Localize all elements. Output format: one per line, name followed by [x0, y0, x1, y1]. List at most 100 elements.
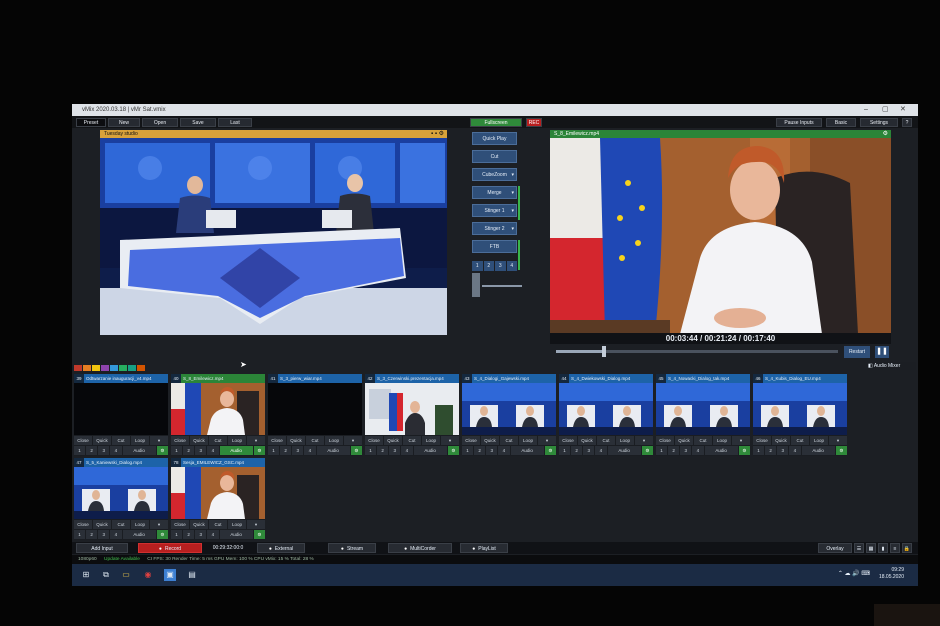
input-title[interactable]: 47 S_5_Kaniewski_Dialog.mp4	[74, 458, 168, 467]
overlay-1-button[interactable]: 1	[74, 530, 86, 539]
input-tile[interactable]: 40S_8_Emilewicz.mp4 CloseQuick PlayCutLoo…	[171, 374, 265, 456]
color-tag-chip[interactable]	[119, 365, 127, 371]
input-thumbnail[interactable]	[559, 383, 653, 435]
transition-number-2[interactable]: 2	[483, 261, 494, 271]
input-quickplay-button[interactable]: Quick Play	[190, 436, 208, 452]
overlay-3-button[interactable]: 3	[486, 446, 498, 455]
vmix-taskbar-icon[interactable]: ▣	[164, 569, 176, 581]
input-thumbnail[interactable]	[171, 467, 265, 519]
input-close-button[interactable]: Close	[656, 436, 674, 445]
t-bar-handle[interactable]	[472, 273, 480, 297]
overlay-3-button[interactable]: 3	[292, 446, 304, 455]
input-quickplay-button[interactable]: Quick Play	[481, 436, 499, 452]
input-more-button[interactable]: ▾	[247, 436, 265, 445]
input-settings-icon[interactable]: ⚙	[253, 530, 265, 539]
menu-icon[interactable]: ≡	[890, 543, 900, 553]
input-cut-button[interactable]: Cut	[112, 520, 130, 529]
overlay-1-button[interactable]: 1	[74, 446, 86, 455]
input-title[interactable]: 41 S_3_pierw_wiar.mp4	[268, 374, 362, 383]
input-title[interactable]: 39 Odtwarzanie inauguracji_v4.mp4	[74, 374, 168, 383]
input-thumbnail[interactable]	[74, 467, 168, 519]
overlay-1-button[interactable]: 1	[268, 446, 280, 455]
save-button[interactable]: Save	[180, 118, 216, 127]
input-quickplay-button[interactable]: Quick Play	[384, 436, 402, 452]
overlay-4-button[interactable]: 4	[110, 530, 122, 539]
overlay-4-button[interactable]: 4	[304, 446, 316, 455]
overlay-1-button[interactable]: 1	[559, 446, 571, 455]
input-thumbnail[interactable]	[656, 383, 750, 435]
input-cut-button[interactable]: Cut	[791, 436, 809, 445]
input-cut-button[interactable]: Cut	[694, 436, 712, 445]
add-input-button[interactable]: Add Input	[76, 543, 128, 553]
taskbar-clock[interactable]: 09:29 18.05.2020	[879, 567, 904, 581]
overlay-4-button[interactable]: 4	[789, 446, 801, 455]
overlay-2-button[interactable]: 2	[668, 446, 680, 455]
input-settings-icon[interactable]: ⚙	[350, 446, 362, 455]
input-audio-button[interactable]: Audio	[704, 446, 738, 455]
input-more-button[interactable]: ▾	[635, 436, 653, 445]
windows-start-icon[interactable]: ⊞	[80, 569, 92, 581]
overlay-2-button[interactable]: 2	[183, 530, 195, 539]
input-loop-button[interactable]: Loop	[422, 436, 440, 445]
overlay-3-button[interactable]: 3	[98, 530, 110, 539]
input-close-button[interactable]: Close	[74, 436, 92, 445]
update-available-link[interactable]: Update Available	[104, 557, 140, 562]
input-cut-button[interactable]: Cut	[500, 436, 518, 445]
input-audio-button[interactable]: Audio	[413, 446, 447, 455]
input-more-button[interactable]: ▾	[344, 436, 362, 445]
overlay-3-button[interactable]: 3	[389, 446, 401, 455]
stats-icon[interactable]: ▮	[878, 543, 888, 553]
input-cut-button[interactable]: Cut	[306, 436, 324, 445]
file-explorer-icon[interactable]: ▭	[120, 569, 132, 581]
input-quickplay-button[interactable]: Quick Play	[287, 436, 305, 452]
input-title[interactable]: 42 S_3_Czerwinski.prezentacja.mp4	[365, 374, 459, 383]
program-settings-icon[interactable]: ⚙	[883, 130, 888, 138]
input-tile[interactable]: 39 Odtwarzanie inauguracji_v4.mp4 Close Qui…	[74, 374, 168, 456]
overlay-2-button[interactable]: 2	[86, 446, 98, 455]
quick-play-button[interactable]: Quick Play	[472, 132, 517, 145]
program-window[interactable]: S_8_Emilewicz.mp4 ⚙	[550, 130, 891, 334]
input-loop-button[interactable]: Loop	[228, 520, 246, 529]
input-loop-button[interactable]: Loop	[713, 436, 731, 445]
input-close-button[interactable]: Close	[462, 436, 480, 445]
minimize-icon[interactable]: –	[864, 104, 868, 116]
input-loop-button[interactable]: Loop	[810, 436, 828, 445]
input-thumbnail[interactable]	[268, 383, 362, 435]
overlay-4-button[interactable]: 4	[207, 446, 219, 455]
preview-window[interactable]: Tuesday studio ▪ ▪ ⚙	[100, 130, 447, 335]
system-tray[interactable]: ⌃ ☁ 🔊 ⌨	[838, 570, 870, 577]
input-cut-button[interactable]: Cut	[597, 436, 615, 445]
input-cut-button[interactable]: Cut	[403, 436, 421, 445]
input-close-button[interactable]: Close	[171, 520, 189, 529]
transition-number-3[interactable]: 3	[495, 261, 506, 271]
open-button[interactable]: Open	[142, 118, 178, 127]
input-close-button[interactable]: Close	[559, 436, 577, 445]
input-close-button[interactable]: Close	[268, 436, 286, 445]
overlay-4-button[interactable]: 4	[498, 446, 510, 455]
input-thumbnail[interactable]	[171, 383, 265, 435]
color-tag-chip[interactable]	[128, 365, 136, 371]
input-cut-button[interactable]: Cut	[209, 436, 227, 445]
app-taskbar-icon[interactable]: ▤	[186, 569, 198, 581]
input-settings-icon[interactable]: ⚙	[253, 446, 265, 455]
input-more-button[interactable]: ▾	[150, 436, 168, 445]
color-tag-chip[interactable]	[83, 365, 91, 371]
input-audio-button[interactable]: Audio	[316, 446, 350, 455]
pause-inputs-button[interactable]: Pause Inputs	[776, 118, 822, 127]
scrubber-handle[interactable]	[601, 346, 606, 357]
input-audio-button[interactable]: Audio	[219, 530, 253, 539]
merge-button[interactable]: Merge	[472, 186, 517, 200]
overlay-4-button[interactable]: 4	[207, 530, 219, 539]
input-close-button[interactable]: Close	[171, 436, 189, 445]
pause-button[interactable]: ❚❚	[875, 346, 889, 358]
fullscreen-button[interactable]: Fullscreen	[470, 118, 522, 127]
input-settings-icon[interactable]: ⚙	[641, 446, 653, 455]
input-title[interactable]: 44 S_4_Dwiekowski_Dialog.mp4	[559, 374, 653, 383]
overlay-1-button[interactable]: 1	[171, 446, 183, 455]
input-more-button[interactable]: ▾	[538, 436, 556, 445]
input-cut-button[interactable]: Cut	[209, 520, 227, 529]
playlist-button[interactable]: PlayList	[460, 543, 508, 553]
input-quickplay-button[interactable]: Quick Play	[93, 436, 111, 452]
color-tag-chip[interactable]	[137, 365, 145, 371]
input-audio-button[interactable]: Audio	[607, 446, 641, 455]
